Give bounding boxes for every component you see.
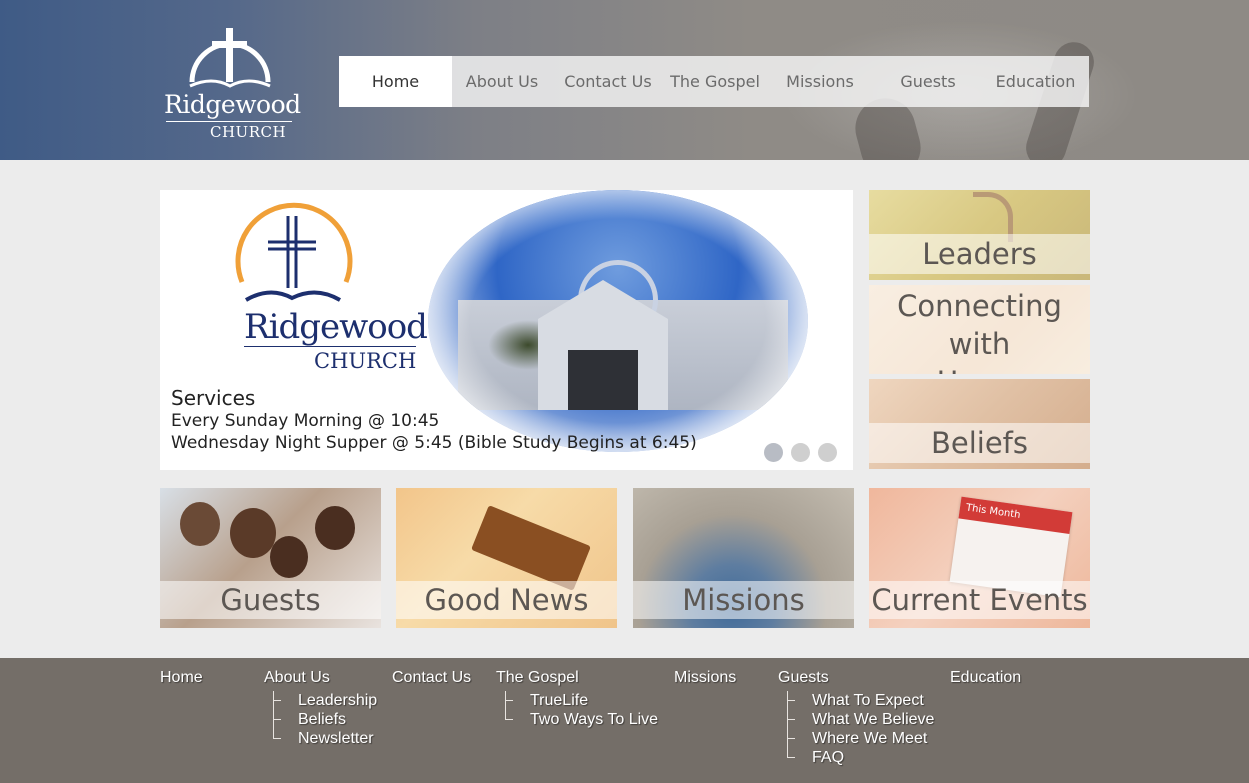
nav-the-gospel[interactable]: The Gospel: [664, 56, 766, 107]
nav-home[interactable]: Home: [339, 56, 452, 107]
slider-dot[interactable]: [818, 443, 837, 462]
slide-logo-divider: [244, 346, 416, 347]
tile-label: Connecting with Home: [869, 285, 1090, 374]
footer-sublinks: Leadership Beliefs Newsletter: [273, 691, 377, 748]
bible-image: [471, 505, 591, 591]
footer-col-guests: Guests What To Expect What We Believe Wh…: [778, 668, 934, 767]
services-info: Services Every Sunday Morning @ 10:45 We…: [171, 386, 697, 454]
nav-about-us[interactable]: About Us: [452, 56, 552, 107]
site-header: Ridgewood CHURCH Home About Us Contact U…: [0, 0, 1249, 160]
main-nav: Home About Us Contact Us The Gospel Miss…: [339, 56, 1089, 107]
tile-current-events[interactable]: This Month Current Events: [869, 488, 1090, 628]
site-footer: Home About Us Leadership Beliefs Newslet…: [0, 658, 1249, 783]
tile-label: Leaders: [869, 234, 1090, 274]
footer-link-where-we-meet[interactable]: Where We Meet: [787, 729, 934, 748]
footer-link-two-ways-to-live[interactable]: Two Ways To Live: [505, 710, 658, 729]
family-photo: [230, 508, 276, 558]
tile-guests[interactable]: Guests: [160, 488, 381, 628]
tile-beliefs[interactable]: Beliefs: [869, 379, 1090, 469]
nav-contact-us[interactable]: Contact Us: [552, 56, 664, 107]
footer-link-missions[interactable]: Missions: [674, 668, 736, 687]
site-logo[interactable]: Ridgewood CHURCH: [160, 16, 301, 144]
logo-name: Ridgewood: [164, 90, 301, 119]
services-title: Services: [171, 386, 256, 410]
nav-guests[interactable]: Guests: [874, 56, 982, 107]
services-line: Every Sunday Morning @ 10:45: [171, 411, 440, 431]
cross-circle-icon: [189, 28, 271, 88]
slider-dot[interactable]: [764, 443, 783, 462]
footer-link-about-us[interactable]: About Us: [264, 668, 377, 687]
footer-col-the-gospel: The Gospel TrueLife Two Ways To Live: [496, 668, 658, 729]
tile-leaders[interactable]: Leaders: [869, 190, 1090, 280]
slide-church-logo: Ridgewood CHURCH: [200, 202, 428, 373]
tile-label-line: Home: [869, 363, 1090, 374]
calendar-header: This Month: [958, 496, 1073, 534]
footer-link-guests[interactable]: Guests: [778, 668, 934, 687]
footer-link-newsletter[interactable]: Newsletter: [273, 729, 377, 748]
hero-slider[interactable]: Ridgewood CHURCH Services Every Sunday M…: [160, 190, 853, 470]
footer-col-about-us: About Us Leadership Beliefs Newsletter: [264, 668, 377, 748]
tile-label: Good News: [396, 581, 617, 619]
footer-link-beliefs[interactable]: Beliefs: [273, 710, 377, 729]
tile-missions[interactable]: Missions: [633, 488, 854, 628]
tile-good-news[interactable]: Good News: [396, 488, 617, 628]
footer-col-contact-us: Contact Us: [392, 668, 471, 687]
footer-link-what-we-believe[interactable]: What We Believe: [787, 710, 934, 729]
tile-label: Current Events: [869, 581, 1090, 619]
family-photo: [270, 536, 308, 578]
footer-col-education: Education: [950, 668, 1021, 687]
footer-sublinks: What To Expect What We Believe Where We …: [787, 691, 934, 767]
tile-label: Guests: [160, 581, 381, 619]
footer-col-home: Home: [160, 668, 203, 687]
tile-label-line: Connecting with: [897, 289, 1062, 361]
footer-link-faq[interactable]: FAQ: [787, 748, 934, 767]
slide-logo-name: Ridgewood: [244, 307, 428, 347]
slide-logo-church: CHURCH: [314, 349, 417, 373]
footer-link-the-gospel[interactable]: The Gospel: [496, 668, 658, 687]
footer-link-truelife[interactable]: TrueLife: [505, 691, 658, 710]
footer-col-missions: Missions: [674, 668, 736, 687]
footer-link-what-to-expect[interactable]: What To Expect: [787, 691, 934, 710]
tile-connecting-with-home[interactable]: Connecting with Home: [869, 285, 1090, 374]
slider-dots: [764, 443, 837, 462]
family-photo: [315, 506, 355, 550]
tile-label: Missions: [633, 581, 854, 619]
slider-dot[interactable]: [791, 443, 810, 462]
footer-link-contact-us[interactable]: Contact Us: [392, 668, 471, 687]
footer-link-leadership[interactable]: Leadership: [273, 691, 377, 710]
footer-sublinks: TrueLife Two Ways To Live: [505, 691, 658, 729]
tile-label: Beliefs: [869, 423, 1090, 463]
nav-missions[interactable]: Missions: [766, 56, 874, 107]
family-photo: [180, 502, 220, 546]
footer-link-home[interactable]: Home: [160, 668, 203, 687]
logo-church: CHURCH: [210, 123, 287, 141]
cross-circle-icon: [235, 202, 353, 302]
nav-education[interactable]: Education: [982, 56, 1089, 107]
logo-divider: [166, 121, 292, 122]
footer-link-education[interactable]: Education: [950, 668, 1021, 687]
services-line: Wednesday Night Supper @ 5:45 (Bible Stu…: [171, 433, 697, 453]
